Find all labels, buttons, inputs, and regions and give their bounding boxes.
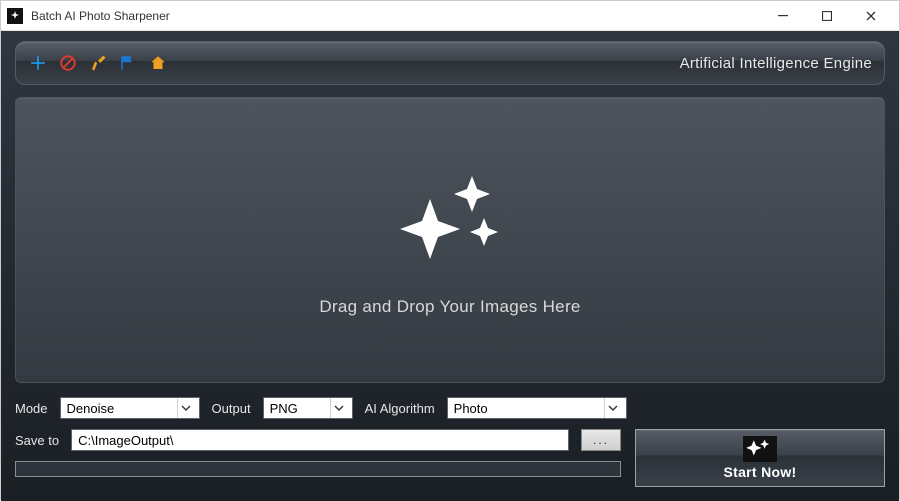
minimize-button[interactable] [761,2,805,30]
controls-row: Mode Denoise Output PNG AI Algorithm Pho… [15,397,885,419]
ai-value: Photo [454,401,488,416]
saveto-label: Save to [15,433,59,448]
ai-select[interactable]: Photo [447,397,627,419]
app-title: Batch AI Photo Sharpener [31,9,761,23]
close-button[interactable] [849,2,893,30]
engine-label: Artificial Intelligence Engine [680,55,872,72]
progress-bar [15,461,621,477]
mode-value: Denoise [67,401,115,416]
saveto-input[interactable] [71,429,569,451]
output-value: PNG [270,401,298,416]
start-button[interactable]: Start Now! [635,429,885,487]
chevron-down-icon [330,398,348,418]
mode-select[interactable]: Denoise [60,397,200,419]
brush-icon[interactable] [88,53,108,73]
start-label: Start Now! [724,464,797,480]
app-window: Batch AI Photo Sharpener [0,0,900,500]
flag-icon[interactable] [118,53,138,73]
app-body: Artificial Intelligence Engine Drag and … [1,31,899,501]
output-label: Output [212,401,251,416]
saveto-column: Save to ... [15,429,621,477]
toolbar: Artificial Intelligence Engine [15,41,885,85]
maximize-button[interactable] [805,2,849,30]
output-select[interactable]: PNG [263,397,353,419]
remove-icon[interactable] [58,53,78,73]
app-icon [7,8,23,24]
window-controls [761,2,893,30]
dropzone[interactable]: Drag and Drop Your Images Here [15,97,885,383]
chevron-down-icon [604,398,622,418]
ai-label: AI Algorithm [365,401,435,416]
browse-button[interactable]: ... [581,429,621,451]
titlebar: Batch AI Photo Sharpener [1,1,899,31]
dropzone-message: Drag and Drop Your Images Here [319,297,580,317]
add-icon[interactable] [28,53,48,73]
mode-label: Mode [15,401,48,416]
sparkle-icon [380,164,520,279]
home-icon[interactable] [148,53,168,73]
toolbar-icons [28,53,168,73]
saveto-line: Save to ... [15,429,621,451]
save-row: Save to ... Start Now! [15,429,885,487]
chevron-down-icon [177,398,195,418]
sparkle-icon [743,436,777,465]
